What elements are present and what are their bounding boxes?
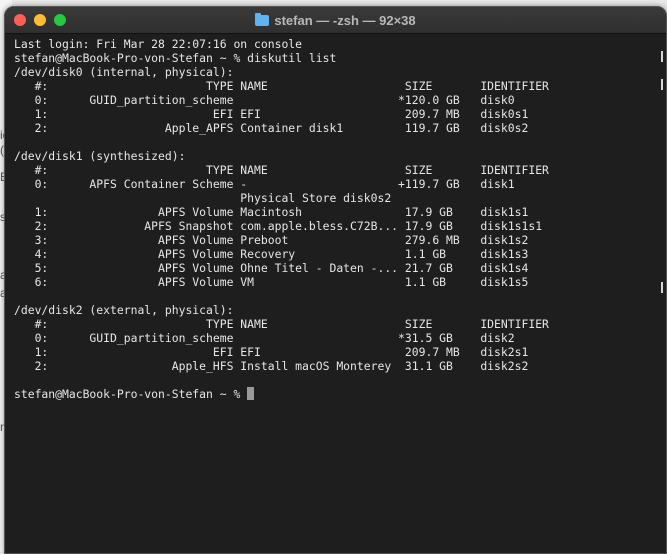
terminal-line: /dev/disk2 (external, physical): — [14, 303, 234, 317]
terminal-line: Last login: Fri Mar 28 22:07:16 on conso… — [14, 37, 303, 51]
terminal-line: /dev/disk0 (internal, physical): — [14, 65, 234, 79]
terminal-line: 5: APFS Volume Ohne Titel - Daten -... 2… — [14, 261, 529, 275]
terminal-line: 0: APFS Container Scheme - +119.7 GB dis… — [14, 177, 515, 191]
terminal-line: 6: APFS Volume VM 1.1 GB disk1s5 — [14, 275, 529, 289]
window-title-text: stefan — -zsh — 92×38 — [274, 12, 416, 28]
window-title: stefan — -zsh — 92×38 — [5, 7, 666, 33]
terminal-line: 4: APFS Volume Recovery 1.1 GB disk1s3 — [14, 247, 529, 261]
terminal-line: 2: Apple_APFS Container disk1 119.7 GB d… — [14, 121, 529, 135]
prompt-line[interactable]: stefan@MacBook-Pro-von-Stefan ~ % — [14, 387, 666, 401]
terminal-line: 2: APFS Snapshot com.apple.bless.C72B...… — [14, 219, 543, 233]
title-bar[interactable]: stefan — -zsh — 92×38 — [5, 7, 666, 34]
folder-icon — [255, 12, 270, 26]
terminal-line: #: TYPE NAME SIZE IDENTIFIER — [14, 317, 549, 331]
terminal-line: stefan@MacBook-Pro-von-Stefan ~ % diskut… — [14, 51, 337, 65]
terminal-line: 2: Apple_HFS Install macOS Monterey 31.1… — [14, 359, 529, 373]
terminal-line: 3: APFS Volume Preboot 279.6 MB disk1s2 — [14, 233, 529, 247]
scroll-mark — [661, 282, 663, 293]
prompt-text: stefan@MacBook-Pro-von-Stefan ~ % — [14, 387, 248, 401]
terminal-line: 1: APFS Volume Macintosh 17.9 GB disk1s1 — [14, 205, 529, 219]
terminal-line: 0: GUID_partition_scheme *31.5 GB disk2 — [14, 331, 515, 345]
terminal-line: /dev/disk1 (synthesized): — [14, 149, 186, 163]
terminal-window[interactable]: stefan — -zsh — 92×38 Last login: Fri Ma… — [4, 6, 667, 554]
terminal-line: #: TYPE NAME SIZE IDENTIFIER — [14, 163, 549, 177]
terminal-line: 0: GUID_partition_scheme *120.0 GB disk0 — [14, 93, 515, 107]
scroll-mark — [661, 79, 663, 90]
terminal-line: 1: EFI EFI 209.7 MB disk2s1 — [14, 345, 529, 359]
terminal-line: Physical Store disk0s2 — [14, 191, 392, 205]
text-cursor — [247, 387, 255, 400]
scroll-mark — [661, 51, 663, 62]
terminal-line: #: TYPE NAME SIZE IDENTIFIER — [14, 79, 549, 93]
terminal-output[interactable]: Last login: Fri Mar 28 22:07:16 on conso… — [14, 37, 666, 553]
terminal-line: 1: EFI EFI 209.7 MB disk0s1 — [14, 107, 529, 121]
